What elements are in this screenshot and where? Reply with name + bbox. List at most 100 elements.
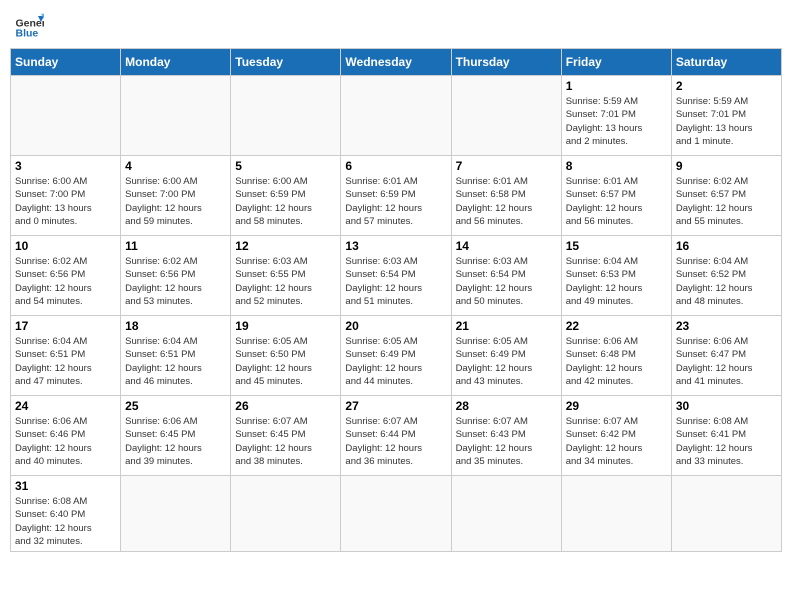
day-info: Sunrise: 6:04 AM Sunset: 6:53 PM Dayligh… — [566, 255, 667, 308]
calendar-cell: 31 Sunrise: 6:08 AM Sunset: 6:40 PM Dayli… — [11, 476, 121, 552]
calendar-cell: 29 Sunrise: 6:07 AM Sunset: 6:42 PM Dayli… — [561, 396, 671, 476]
day-number: 3 — [15, 159, 116, 173]
calendar-cell: 5 Sunrise: 6:00 AM Sunset: 6:59 PM Daylig… — [231, 156, 341, 236]
day-number: 17 — [15, 319, 116, 333]
calendar-cell: 25 Sunrise: 6:06 AM Sunset: 6:45 PM Dayli… — [121, 396, 231, 476]
day-info: Sunrise: 6:01 AM Sunset: 6:58 PM Dayligh… — [456, 175, 557, 228]
day-info: Sunrise: 6:00 AM Sunset: 6:59 PM Dayligh… — [235, 175, 336, 228]
header-day-friday: Friday — [561, 49, 671, 76]
calendar-cell: 7 Sunrise: 6:01 AM Sunset: 6:58 PM Daylig… — [451, 156, 561, 236]
header-day-monday: Monday — [121, 49, 231, 76]
day-number: 22 — [566, 319, 667, 333]
day-info: Sunrise: 6:03 AM Sunset: 6:54 PM Dayligh… — [345, 255, 446, 308]
page-header: General Blue — [10, 10, 782, 40]
day-info: Sunrise: 6:07 AM Sunset: 6:42 PM Dayligh… — [566, 415, 667, 468]
week-row-4: 17 Sunrise: 6:04 AM Sunset: 6:51 PM Dayli… — [11, 316, 782, 396]
day-number: 14 — [456, 239, 557, 253]
calendar-cell — [121, 76, 231, 156]
day-number: 25 — [125, 399, 226, 413]
calendar-cell: 1 Sunrise: 5:59 AM Sunset: 7:01 PM Daylig… — [561, 76, 671, 156]
day-number: 31 — [15, 479, 116, 493]
day-number: 20 — [345, 319, 446, 333]
header-day-saturday: Saturday — [671, 49, 781, 76]
calendar-cell: 2 Sunrise: 5:59 AM Sunset: 7:01 PM Daylig… — [671, 76, 781, 156]
day-number: 5 — [235, 159, 336, 173]
day-info: Sunrise: 6:05 AM Sunset: 6:49 PM Dayligh… — [456, 335, 557, 388]
day-info: Sunrise: 6:00 AM Sunset: 7:00 PM Dayligh… — [15, 175, 116, 228]
day-number: 4 — [125, 159, 226, 173]
calendar-cell: 28Sunrise: 6:07 AM Sunset: 6:43 PM Dayli… — [451, 396, 561, 476]
day-number: 10 — [15, 239, 116, 253]
day-info: Sunrise: 5:59 AM Sunset: 7:01 PM Dayligh… — [676, 95, 777, 148]
calendar-cell: 15 Sunrise: 6:04 AM Sunset: 6:53 PM Dayli… — [561, 236, 671, 316]
calendar-cell — [451, 476, 561, 552]
calendar-cell: 17 Sunrise: 6:04 AM Sunset: 6:51 PM Dayli… — [11, 316, 121, 396]
day-info: Sunrise: 6:06 AM Sunset: 6:48 PM Dayligh… — [566, 335, 667, 388]
day-number: 7 — [456, 159, 557, 173]
day-number: 12 — [235, 239, 336, 253]
day-number: 11 — [125, 239, 226, 253]
calendar-cell: 21 Sunrise: 6:05 AM Sunset: 6:49 PM Dayli… — [451, 316, 561, 396]
calendar-cell: 22 Sunrise: 6:06 AM Sunset: 6:48 PM Dayli… — [561, 316, 671, 396]
day-number: 9 — [676, 159, 777, 173]
day-number: 13 — [345, 239, 446, 253]
calendar-cell — [561, 476, 671, 552]
calendar-cell: 13 Sunrise: 6:03 AM Sunset: 6:54 PM Dayli… — [341, 236, 451, 316]
day-number: 8 — [566, 159, 667, 173]
day-info: Sunrise: 6:02 AM Sunset: 6:56 PM Dayligh… — [15, 255, 116, 308]
week-row-5: 24Sunrise: 6:06 AM Sunset: 6:46 PM Dayli… — [11, 396, 782, 476]
svg-text:Blue: Blue — [16, 27, 39, 39]
logo-icon: General Blue — [14, 10, 44, 40]
calendar-cell: 3 Sunrise: 6:00 AM Sunset: 7:00 PM Daylig… — [11, 156, 121, 236]
day-info: Sunrise: 6:04 AM Sunset: 6:51 PM Dayligh… — [125, 335, 226, 388]
calendar-cell — [341, 476, 451, 552]
calendar-cell — [11, 76, 121, 156]
calendar-cell — [341, 76, 451, 156]
week-row-3: 10 Sunrise: 6:02 AM Sunset: 6:56 PM Dayli… — [11, 236, 782, 316]
calendar-cell — [671, 476, 781, 552]
day-info: Sunrise: 6:03 AM Sunset: 6:54 PM Dayligh… — [456, 255, 557, 308]
day-info: Sunrise: 6:04 AM Sunset: 6:51 PM Dayligh… — [15, 335, 116, 388]
calendar-cell: 14 Sunrise: 6:03 AM Sunset: 6:54 PM Dayli… — [451, 236, 561, 316]
day-info: Sunrise: 6:08 AM Sunset: 6:41 PM Dayligh… — [676, 415, 777, 468]
day-number: 21 — [456, 319, 557, 333]
day-info: Sunrise: 6:02 AM Sunset: 6:56 PM Dayligh… — [125, 255, 226, 308]
day-info: Sunrise: 6:07 AM Sunset: 6:44 PM Dayligh… — [345, 415, 446, 468]
header-day-wednesday: Wednesday — [341, 49, 451, 76]
week-row-1: 1 Sunrise: 5:59 AM Sunset: 7:01 PM Daylig… — [11, 76, 782, 156]
day-number: 2 — [676, 79, 777, 93]
calendar-cell: 27Sunrise: 6:07 AM Sunset: 6:44 PM Dayli… — [341, 396, 451, 476]
week-row-6: 31 Sunrise: 6:08 AM Sunset: 6:40 PM Dayli… — [11, 476, 782, 552]
calendar-cell: 6Sunrise: 6:01 AM Sunset: 6:59 PM Daylig… — [341, 156, 451, 236]
day-info: Sunrise: 6:07 AM Sunset: 6:45 PM Dayligh… — [235, 415, 336, 468]
calendar-cell: 26Sunrise: 6:07 AM Sunset: 6:45 PM Dayli… — [231, 396, 341, 476]
calendar-cell: 24Sunrise: 6:06 AM Sunset: 6:46 PM Dayli… — [11, 396, 121, 476]
calendar-cell — [231, 476, 341, 552]
calendar-cell: 12 Sunrise: 6:03 AM Sunset: 6:55 PM Dayli… — [231, 236, 341, 316]
day-info: Sunrise: 6:07 AM Sunset: 6:43 PM Dayligh… — [456, 415, 557, 468]
day-info: Sunrise: 6:03 AM Sunset: 6:55 PM Dayligh… — [235, 255, 336, 308]
day-info: Sunrise: 6:06 AM Sunset: 6:45 PM Dayligh… — [125, 415, 226, 468]
day-info: Sunrise: 6:02 AM Sunset: 6:57 PM Dayligh… — [676, 175, 777, 228]
header-day-sunday: Sunday — [11, 49, 121, 76]
day-info: Sunrise: 6:08 AM Sunset: 6:40 PM Dayligh… — [15, 495, 116, 548]
logo: General Blue — [14, 10, 44, 40]
calendar-cell: 23Sunrise: 6:06 AM Sunset: 6:47 PM Dayli… — [671, 316, 781, 396]
calendar-cell: 16Sunrise: 6:04 AM Sunset: 6:52 PM Dayli… — [671, 236, 781, 316]
day-info: Sunrise: 6:04 AM Sunset: 6:52 PM Dayligh… — [676, 255, 777, 308]
day-info: Sunrise: 6:00 AM Sunset: 7:00 PM Dayligh… — [125, 175, 226, 228]
day-info: Sunrise: 6:06 AM Sunset: 6:46 PM Dayligh… — [15, 415, 116, 468]
calendar-header: SundayMondayTuesdayWednesdayThursdayFrid… — [11, 49, 782, 76]
day-number: 29 — [566, 399, 667, 413]
day-info: Sunrise: 5:59 AM Sunset: 7:01 PM Dayligh… — [566, 95, 667, 148]
calendar-cell: 18 Sunrise: 6:04 AM Sunset: 6:51 PM Dayli… — [121, 316, 231, 396]
calendar-table: SundayMondayTuesdayWednesdayThursdayFrid… — [10, 48, 782, 552]
calendar-cell: 4 Sunrise: 6:00 AM Sunset: 7:00 PM Daylig… — [121, 156, 231, 236]
day-number: 1 — [566, 79, 667, 93]
day-number: 23 — [676, 319, 777, 333]
calendar-cell: 9 Sunrise: 6:02 AM Sunset: 6:57 PM Daylig… — [671, 156, 781, 236]
day-number: 15 — [566, 239, 667, 253]
header-day-tuesday: Tuesday — [231, 49, 341, 76]
day-number: 18 — [125, 319, 226, 333]
day-number: 30 — [676, 399, 777, 413]
